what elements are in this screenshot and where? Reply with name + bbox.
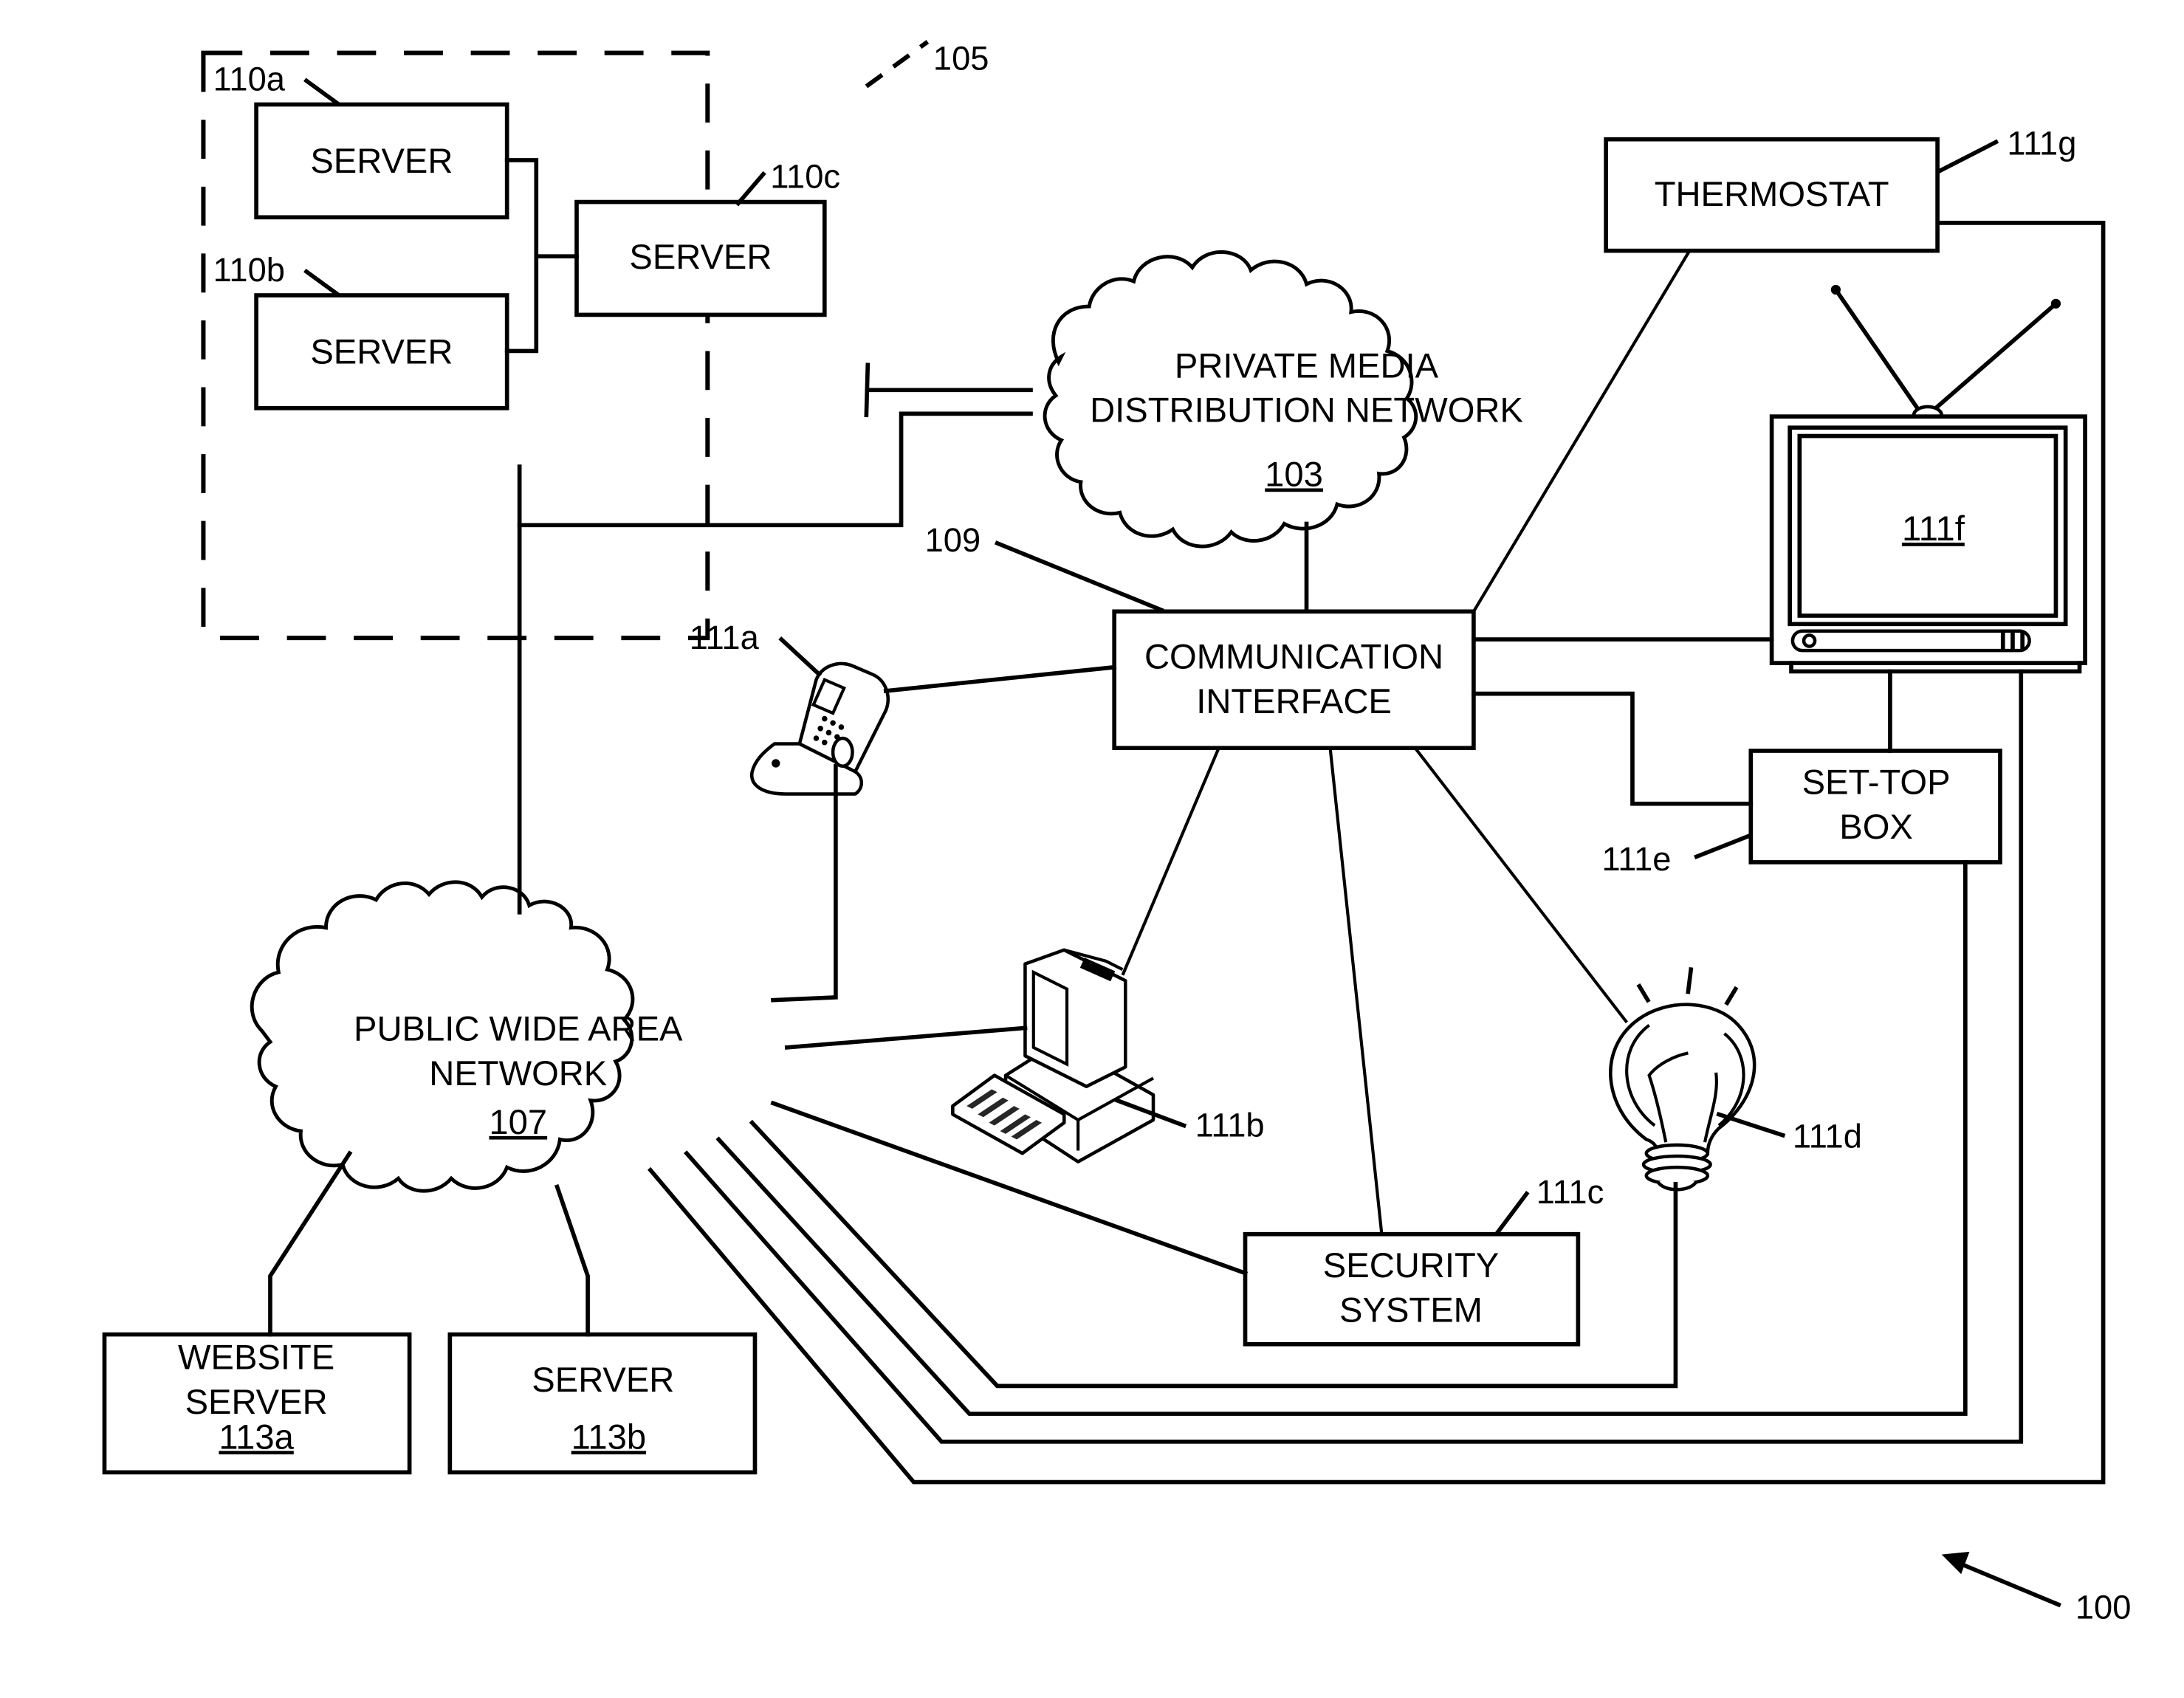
security-system-ref: 111c <box>1536 1173 1604 1211</box>
light-bulb-icon: 111d <box>1609 967 1862 1192</box>
link-comm-stb <box>1472 691 1754 806</box>
private-network-line2: DISTRIBUTION NETWORK <box>1090 391 1523 430</box>
server-group: 105 SERVER 110a SERVER 110b SERVER 110c <box>201 39 989 641</box>
link-group-private-2 <box>517 411 1033 528</box>
server-110b-label: SERVER <box>310 331 453 371</box>
external-server: SERVER 113b <box>447 1332 758 1475</box>
server-110c-label: SERVER <box>629 237 772 276</box>
external-server-line1: SERVER <box>532 1360 674 1399</box>
link-comm-thermostat <box>1472 250 1692 613</box>
external-server-ref: 113b <box>571 1417 646 1456</box>
communication-interface-ref: 109 <box>925 521 981 559</box>
public-network-line2: NETWORK <box>429 1053 607 1093</box>
link-public-server <box>554 1183 590 1337</box>
security-system: SECURITY SYSTEM 111c <box>1243 1173 1604 1347</box>
server-110a-label: SERVER <box>310 141 453 180</box>
computer-ref: 111b <box>1195 1107 1265 1144</box>
link-public-computer <box>784 1025 1028 1050</box>
set-top-box-line1: SET-TOP <box>1802 762 1951 801</box>
light-bulb-ref: 111d <box>1793 1118 1862 1155</box>
communication-interface-line1: COMMUNICATION <box>1144 637 1443 676</box>
communication-interface-box <box>1112 609 1476 751</box>
public-network-ref: 107 <box>489 1102 547 1141</box>
mobile-phone-ref: 111a <box>690 619 760 656</box>
link-phone-public <box>771 763 838 1003</box>
public-network-line1: PUBLIC WIDE AREA <box>354 1008 683 1048</box>
figure-ref: 100 <box>1941 1551 2132 1626</box>
private-network-ref: 103 <box>1265 454 1323 493</box>
website-server: WEBSITE SERVER 113a <box>102 1332 412 1475</box>
figure-ref-arrow-line <box>1955 1560 2061 1608</box>
security-system-line1: SECURITY <box>1323 1245 1499 1285</box>
thermostat-ref: 111g <box>2007 124 2076 162</box>
private-network-line1: PRIVATE MEDIA <box>1175 346 1439 385</box>
figure-ref-arrowhead <box>1941 1551 1970 1575</box>
set-top-box: SET-TOP BOX 111e <box>1601 749 2002 878</box>
television-ref: 111f <box>1902 509 1965 548</box>
set-top-box-line2: BOX <box>1839 807 1913 846</box>
set-top-box-ref: 111e <box>1601 840 1671 878</box>
private-network-cloud: PRIVATE MEDIA DISTRIBUTION NETWORK 103 <box>1043 250 1523 549</box>
link-group-private-1 <box>864 362 1033 418</box>
communication-interface: COMMUNICATION INTERFACE 109 <box>925 521 1476 751</box>
figure-ref-label: 100 <box>2075 1588 2132 1626</box>
server-110c-ref: 110c <box>770 158 840 196</box>
mobile-phone-icon: 111a <box>690 619 890 796</box>
website-server-line2: SERVER <box>185 1382 328 1421</box>
computer-icon: 111b <box>951 948 1265 1163</box>
television-icon: 111f <box>1769 284 2087 674</box>
server-interconnect <box>504 158 579 354</box>
thermostat-label: THERMOSTAT <box>1655 174 1889 213</box>
link-comm-light <box>1414 746 1629 1024</box>
network-diagram: 105 SERVER 110a SERVER 110b SERVER 110c … <box>102 39 2132 1626</box>
link-comm-phone <box>883 664 1117 693</box>
server-group-ref: 105 <box>933 39 989 77</box>
security-system-line2: SYSTEM <box>1339 1290 1483 1330</box>
communication-interface-line2: INTERFACE <box>1196 681 1392 721</box>
server-110b-ref: 110b <box>213 251 285 289</box>
website-server-ref: 113a <box>219 1417 294 1456</box>
thermostat: THERMOSTAT 111g <box>1604 124 2076 253</box>
server-group-leader <box>865 40 930 89</box>
public-network-cloud: PUBLIC WIDE AREA NETWORK 107 <box>250 880 683 1193</box>
website-server-line1: WEBSITE <box>178 1338 334 1377</box>
server-110a-ref: 110a <box>213 61 286 98</box>
link-comm-security <box>1328 747 1384 1234</box>
link-public-website-server <box>268 1150 353 1337</box>
link-comm-computer <box>1121 747 1220 976</box>
